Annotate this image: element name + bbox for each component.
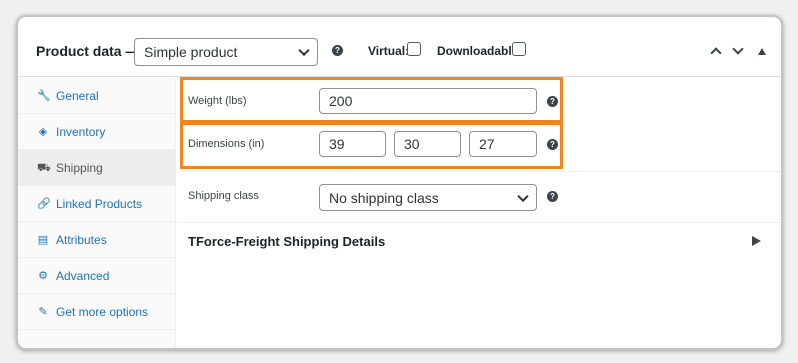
virtual-label: Virtual:: [368, 44, 410, 58]
help-icon[interactable]: ?: [547, 191, 558, 202]
move-down-icon[interactable]: [732, 43, 744, 55]
weight-label: Weight (lbs): [188, 95, 247, 107]
tab-label: Inventory: [56, 124, 106, 139]
weight-input[interactable]: 200: [319, 88, 537, 114]
tag-icon: ◈: [38, 125, 48, 138]
tab-general[interactable]: 🔧 General: [18, 78, 176, 114]
shipping-class-value: No shipping class: [329, 189, 439, 206]
tab-label: Linked Products: [56, 196, 143, 211]
downloadable-label: Downloadable:: [437, 44, 523, 58]
move-up-icon[interactable]: [710, 47, 722, 59]
tab-attributes[interactable]: ▤ Attributes: [18, 222, 176, 258]
height-input[interactable]: 27: [469, 131, 537, 157]
tab-label: Get more options: [56, 304, 149, 319]
link-icon: 🔗: [37, 197, 51, 210]
product-type-value: Simple product: [144, 44, 238, 60]
help-icon[interactable]: ?: [332, 45, 343, 56]
shipping-class-label: Shipping class: [188, 190, 259, 202]
divider: [177, 222, 781, 223]
tab-inventory[interactable]: ◈ Inventory: [18, 114, 176, 150]
width-input[interactable]: 30: [394, 131, 461, 157]
gear-icon: ⚙: [38, 269, 48, 282]
help-icon[interactable]: ?: [547, 139, 558, 150]
wrench-icon: 🔧: [37, 89, 51, 102]
truck-icon: ⛟: [37, 161, 51, 174]
tab-label: Advanced: [56, 268, 110, 283]
product-type-select[interactable]: Simple product: [134, 38, 318, 66]
length-input[interactable]: 39: [319, 131, 386, 157]
product-data-tabs: 🔧 General ◈ Inventory ⛟ Shipping 🔗 Linke…: [18, 78, 176, 348]
tab-advanced[interactable]: ⚙ Advanced: [18, 258, 176, 294]
chevron-down-icon: [298, 44, 310, 57]
panel-title: Product data —: [36, 43, 140, 59]
tab-linked-products[interactable]: 🔗 Linked Products: [18, 186, 176, 222]
product-data-panel: Product data — Simple product ? Virtual:…: [16, 15, 783, 350]
product-data-header: Product data — Simple product ? Virtual:…: [18, 17, 781, 77]
virtual-checkbox[interactable]: [407, 42, 421, 56]
shipping-class-select[interactable]: No shipping class: [319, 184, 537, 211]
tab-shipping[interactable]: ⛟ Shipping: [18, 150, 176, 186]
tab-label: Attributes: [56, 232, 107, 247]
tab-label: General: [56, 88, 99, 103]
expand-arrow-icon[interactable]: [752, 236, 761, 246]
chevron-down-icon: [517, 190, 529, 202]
tab-get-more-options[interactable]: ✎ Get more options: [18, 294, 176, 330]
dimensions-label: Dimensions (in): [188, 138, 265, 150]
collapse-toggle-icon[interactable]: [758, 48, 766, 55]
tab-label: Shipping: [56, 160, 103, 175]
tforce-section-title[interactable]: TForce-Freight Shipping Details: [188, 234, 385, 249]
plugin-icon: ✎: [38, 305, 48, 318]
list-icon: ▤: [37, 233, 49, 246]
divider: [177, 171, 781, 172]
help-icon[interactable]: ?: [547, 96, 558, 107]
downloadable-checkbox[interactable]: [512, 42, 526, 56]
